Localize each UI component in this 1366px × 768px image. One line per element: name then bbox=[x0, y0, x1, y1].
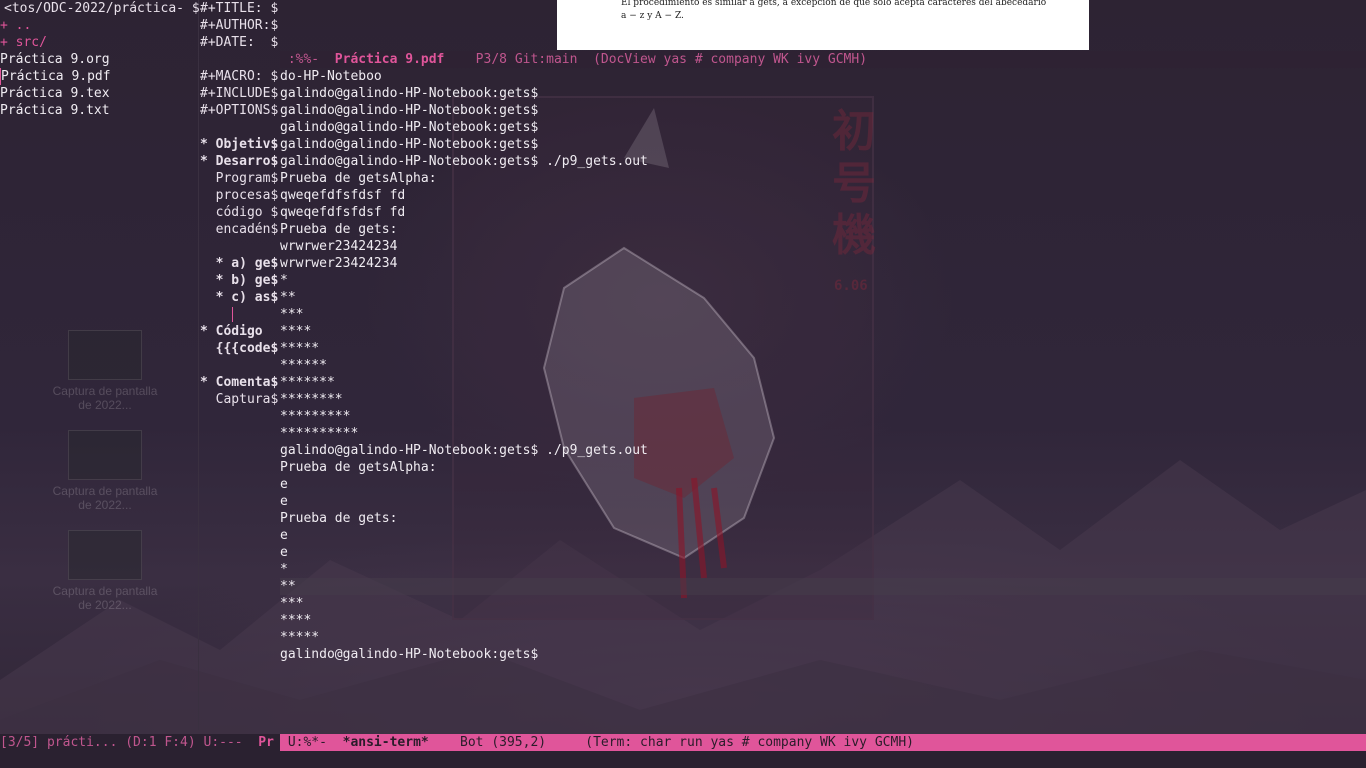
term-line: do-HP-Noteboo bbox=[280, 69, 382, 84]
pdf-docview-page[interactable]: El procedimiento es similar a gets, a ex… bbox=[557, 0, 1089, 50]
term-line: * bbox=[280, 273, 288, 288]
term-line: ********** bbox=[280, 426, 359, 441]
term-line: *** bbox=[280, 307, 304, 322]
org-blank-line bbox=[200, 357, 280, 374]
term-line: galindo@galindo-HP-Notebook:gets$ bbox=[280, 137, 539, 152]
org-keyword-macro: #+MACRO: $ bbox=[200, 69, 279, 84]
term-line: e bbox=[280, 545, 288, 560]
term-prompt[interactable]: galindo@galindo-HP-Notebook:gets$ bbox=[280, 646, 1366, 663]
term-line: **** bbox=[280, 324, 312, 339]
term-line: ***** bbox=[280, 630, 320, 645]
term-line: galindo@galindo-HP-Notebook:gets$ ./p9_g… bbox=[280, 154, 648, 169]
term-line: qweqefdfsfdsf fd bbox=[280, 188, 406, 203]
modeline-buffer-name: Práctica 9.pdf bbox=[334, 52, 445, 67]
term-line: ** bbox=[280, 290, 296, 305]
dired-header: <tos/ODC-2022/práctica- $ bbox=[4, 1, 200, 16]
indent-guide bbox=[232, 307, 233, 322]
modeline-truncated: Pr bbox=[258, 735, 274, 750]
term-modeline: U:%*- *ansi-term* Bot (395,2) (Term: cha… bbox=[280, 734, 1366, 751]
term-line: e bbox=[280, 477, 288, 492]
modeline-info: [3/5] prácti... (D:1 F:4) U:--- bbox=[0, 735, 259, 750]
org-subheading-b[interactable]: * b) ge$ bbox=[200, 272, 280, 289]
term-line: ****** bbox=[280, 358, 327, 373]
term-line: wrwrwer23424234 bbox=[280, 256, 398, 271]
dired-entry-org[interactable]: Práctica 9.org bbox=[0, 51, 198, 68]
modeline-info: Bot (395,2) (Term: char run yas # compan… bbox=[428, 735, 914, 750]
dired-window[interactable]: <tos/ODC-2022/práctica- $ + .. + src/ Pr… bbox=[0, 0, 200, 730]
term-line: ********* bbox=[280, 409, 351, 424]
org-keyword-date: #+DATE: $ bbox=[200, 35, 279, 50]
term-line: Prueba de gets: bbox=[280, 222, 398, 237]
org-blank-line bbox=[200, 51, 280, 68]
term-line: galindo@galindo-HP-Notebook:gets$ bbox=[280, 120, 539, 135]
term-line: qweqefdfsfdsf fd bbox=[280, 205, 406, 220]
dired-entry-pdf[interactable]: Práctica 9.pdf bbox=[0, 68, 198, 85]
term-line: ** bbox=[280, 579, 296, 594]
term-line: e bbox=[280, 528, 288, 543]
org-heading-codigo[interactable]: * Código bbox=[200, 323, 280, 340]
modeline-status: U:%*- bbox=[280, 735, 343, 750]
term-line: galindo@galindo-HP-Notebook:gets$ ./p9_g… bbox=[280, 443, 648, 458]
term-line: Prueba de getsAlpha: bbox=[280, 460, 437, 475]
term-line: e bbox=[280, 494, 288, 509]
org-keyword-include: #+INCLUDE$ bbox=[200, 86, 279, 101]
org-text-line: procesa$ bbox=[200, 188, 279, 203]
term-line: **** bbox=[280, 613, 312, 628]
term-line: galindo@galindo-HP-Notebook:gets$ bbox=[280, 103, 539, 118]
org-keyword-author: #+AUTHOR:$ bbox=[200, 18, 279, 33]
org-heading-objetivo[interactable]: * Objetiv$ bbox=[200, 136, 280, 153]
term-line: galindo@galindo-HP-Notebook:gets$ bbox=[280, 86, 539, 101]
dired-entry-txt[interactable]: Práctica 9.txt bbox=[0, 102, 198, 119]
org-text-line: código $ bbox=[200, 205, 279, 220]
org-blank-line bbox=[200, 119, 280, 136]
org-buffer-window[interactable]: #+TITLE: $ #+AUTHOR:$ #+DATE: $ #+MACRO:… bbox=[200, 0, 280, 730]
term-line: ***** bbox=[280, 341, 320, 356]
dired-entry-parent[interactable]: + .. bbox=[0, 17, 198, 34]
modeline-info: P3/8 Git:main (DocView yas # company WK … bbox=[444, 52, 868, 67]
term-line: Prueba de gets: bbox=[280, 511, 398, 526]
pdf-text-line: a − z y A − Z. bbox=[621, 11, 684, 21]
term-line: * bbox=[280, 562, 288, 577]
org-heading-desarrollo[interactable]: * Desarro$ bbox=[200, 153, 280, 170]
term-line: ******* bbox=[280, 375, 335, 390]
echo-area bbox=[0, 751, 1366, 768]
org-text-line: Program$ bbox=[200, 171, 279, 186]
org-text-line: encadén$ bbox=[200, 222, 279, 237]
dired-modeline: [3/5] prácti... (D:1 F:4) U:--- Pr bbox=[0, 734, 280, 751]
org-keyword-options: #+OPTIONS$ bbox=[200, 103, 279, 118]
term-line: ******** bbox=[280, 392, 343, 407]
org-subheading-a[interactable]: * a) ge$ bbox=[200, 255, 280, 272]
modeline-buffer-name: *ansi-term* bbox=[342, 735, 429, 750]
ansi-term-window[interactable]: do-HP-Noteboo galindo@galindo-HP-Noteboo… bbox=[280, 68, 1366, 730]
org-subheading-c[interactable]: * c) as$ bbox=[200, 289, 280, 306]
org-keyword-title: #+TITLE: $ bbox=[200, 1, 279, 16]
org-text-line: Captura$ bbox=[200, 392, 279, 407]
dired-entry-src[interactable]: + src/ bbox=[0, 34, 198, 51]
org-indent-bar bbox=[200, 306, 280, 323]
org-cursor-gutter bbox=[200, 238, 280, 255]
docview-modeline: :%%- Práctica 9.pdf P3/8 Git:main (DocVi… bbox=[280, 51, 1366, 68]
org-heading-comentarios[interactable]: * Comenta$ bbox=[200, 374, 280, 391]
term-line: *** bbox=[280, 596, 304, 611]
modeline-status: :%%- bbox=[280, 52, 335, 67]
term-line: Prueba de getsAlpha: bbox=[280, 171, 437, 186]
pdf-text-line: El procedimiento es similar a gets, a ex… bbox=[621, 0, 1047, 8]
term-line: wrwrwer23424234 bbox=[280, 239, 398, 254]
dired-entry-tex[interactable]: Práctica 9.tex bbox=[0, 85, 198, 102]
org-code-macro: {{{code$ bbox=[200, 341, 279, 356]
